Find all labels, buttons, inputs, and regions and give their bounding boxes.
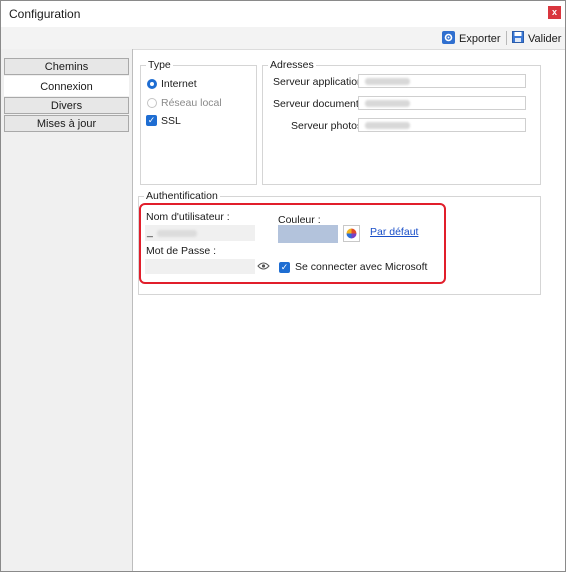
validate-label: Valider — [528, 32, 562, 45]
docs-server-input[interactable] — [358, 96, 526, 110]
photos-server-label: Serveur photos — [291, 120, 363, 132]
internet-label: Internet — [161, 78, 197, 90]
ssl-checkbox[interactable]: ✓ — [146, 115, 157, 126]
redacted-value — [365, 78, 410, 85]
nav-item-chemins[interactable]: Chemins — [4, 58, 129, 75]
save-icon — [512, 31, 524, 46]
window-title: Configuration — [9, 7, 81, 21]
docs-server-label: Serveur documents — [273, 98, 365, 110]
toolbar: Exporter Valider — [1, 27, 565, 50]
type-group-legend: Type — [148, 59, 171, 71]
nav-item-divers[interactable]: Divers — [4, 97, 129, 114]
type-group: Type — [140, 59, 257, 185]
app-server-label: Serveur application — [273, 76, 363, 88]
reseau-local-radio[interactable] — [147, 98, 157, 108]
app-server-input[interactable] — [358, 74, 526, 88]
export-button[interactable]: Exporter — [442, 31, 501, 47]
addresses-group-legend: Adresses — [270, 59, 314, 71]
redacted-value — [365, 122, 410, 129]
gear-icon — [442, 31, 455, 47]
close-button[interactable]: x — [548, 6, 561, 19]
sidebar-nav: Chemins Connexion Divers Mises à jour — [1, 49, 133, 571]
export-label: Exporter — [459, 33, 501, 45]
photos-server-input[interactable] — [358, 118, 526, 132]
highlight-annotation — [139, 203, 446, 284]
reseau-local-label: Réseau local — [161, 97, 222, 109]
ssl-label: SSL — [161, 115, 181, 127]
auth-group-legend: Authentification — [146, 190, 218, 202]
nav-item-connexion[interactable]: Connexion — [4, 76, 129, 96]
redacted-value — [365, 100, 410, 107]
internet-radio[interactable] — [147, 79, 157, 89]
validate-button[interactable]: Valider — [512, 31, 561, 46]
toolbar-separator — [506, 31, 507, 45]
configuration-window: Configuration x Exporter Valider Chemins… — [0, 0, 566, 572]
nav-item-mises-a-jour[interactable]: Mises à jour — [4, 115, 129, 132]
title-bar: Configuration x — [1, 1, 565, 27]
